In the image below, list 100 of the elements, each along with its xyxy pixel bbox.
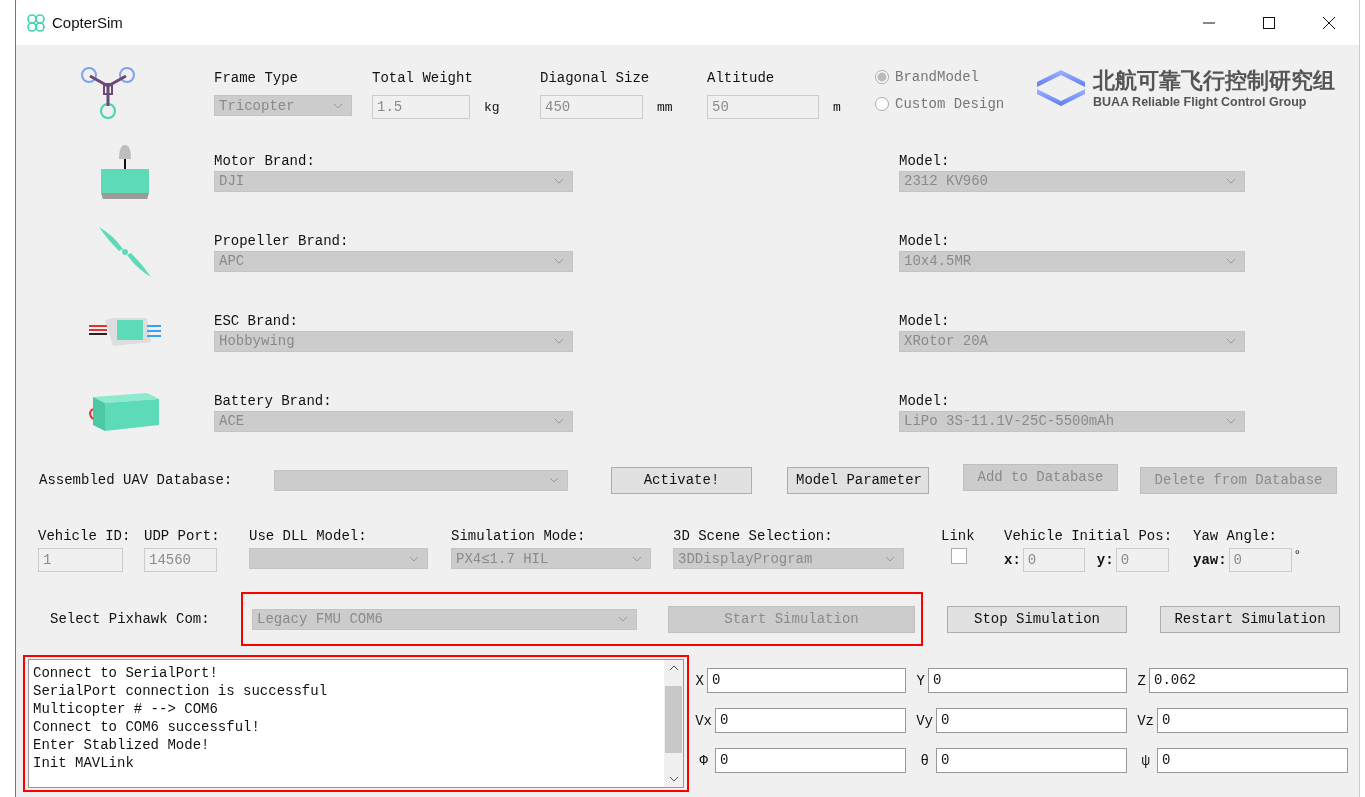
state-field[interactable]: 0: [928, 668, 1127, 693]
field-label: 3D Scene Selection:: [673, 528, 834, 544]
state-label: X: [695, 672, 704, 689]
chevron-down-icon: [554, 258, 564, 264]
maximize-icon[interactable]: [1262, 15, 1276, 30]
brand-dropdown[interactable]: DJI: [214, 170, 573, 192]
com-dropdown[interactable]: Legacy FMU COM6: [252, 608, 637, 630]
model-dropdown[interactable]: 2312 KV960: [899, 170, 1245, 192]
model-dropdown[interactable]: 10x4.5MR: [899, 250, 1245, 272]
dropdown[interactable]: PX4≤1.7 HIL: [451, 548, 651, 569]
state-label: Φ: [699, 752, 708, 769]
scrollbar[interactable]: [664, 659, 684, 788]
field-label: x:: [1004, 552, 1021, 568]
chevron-down-icon: [1226, 418, 1236, 424]
log-line: Multicopter # --> COM6: [33, 700, 219, 718]
logo-title: 北航可靠飞行控制研究组: [1093, 67, 1335, 95]
log-line: SerialPort connection is successful: [33, 682, 329, 700]
unit-label: kg: [484, 99, 500, 115]
state-label: Y: [916, 672, 925, 689]
model-label: Model:: [899, 232, 951, 249]
model-label: Model:: [899, 152, 951, 169]
input-field[interactable]: 0: [1115, 548, 1169, 572]
logo-icon: [1035, 68, 1087, 108]
field-label: y:: [1096, 552, 1114, 568]
link-label: Link: [941, 528, 975, 544]
state-field[interactable]: 0: [1157, 748, 1348, 773]
close-icon[interactable]: [1322, 15, 1336, 30]
field-label: UDP Port:: [144, 528, 221, 544]
field-label: Yaw Angle:: [1193, 528, 1278, 544]
link-checkbox[interactable]: [951, 548, 967, 564]
brand-label: Battery Brand:: [214, 392, 333, 409]
chevron-down-icon: [885, 555, 895, 562]
state-field[interactable]: 0: [707, 668, 906, 693]
unit-label: °: [1293, 548, 1302, 563]
log-line: Enter Stablized Mode!: [33, 736, 211, 754]
log-line: Init MAVLink: [33, 754, 135, 772]
state-field[interactable]: 0.062: [1149, 668, 1348, 693]
chevron-down-icon: [549, 477, 559, 483]
field-label: Use DLL Model:: [249, 528, 368, 544]
field-label: yaw:: [1193, 552, 1227, 568]
simulation-button[interactable]: Restart Simulation: [1160, 605, 1340, 633]
state-label: Vz: [1137, 712, 1154, 729]
state-field[interactable]: 0: [715, 708, 906, 733]
model-dropdown[interactable]: XRotor 20A: [899, 330, 1245, 352]
brand-label: Motor Brand:: [214, 152, 316, 169]
field-label: Diagonal Size: [540, 70, 651, 86]
radio-option[interactable]: BrandModel: [875, 69, 1035, 85]
state-field[interactable]: 0: [1157, 708, 1348, 733]
brand-label: Propeller Brand:: [214, 232, 350, 249]
chevron-down-icon: [1226, 338, 1236, 344]
pixhawk-label: Select Pixhawk Com:: [50, 611, 211, 627]
dropdown[interactable]: 3DDisplayProgram: [673, 548, 904, 569]
chevron-down-icon: [554, 178, 564, 184]
state-label: Vx: [695, 712, 712, 729]
database-button[interactable]: Model Parameter: [787, 466, 929, 494]
brand-label: ESC Brand:: [214, 312, 299, 329]
state-field[interactable]: 0: [936, 748, 1127, 773]
unit-label: m: [833, 99, 841, 115]
scroll-up-icon[interactable]: [667, 664, 680, 672]
chevron-down-icon: [333, 102, 343, 109]
field-label: Altitude: [707, 70, 776, 86]
chevron-down-icon: [554, 338, 564, 344]
field-label: Simulation Mode:: [451, 528, 587, 544]
input-field[interactable]: 14560: [144, 548, 217, 572]
tricopter-icon: [80, 66, 136, 120]
app-icon: [26, 12, 46, 33]
brand-dropdown[interactable]: ACE: [214, 410, 573, 432]
field-label: Frame Type: [214, 70, 299, 86]
chevron-down-icon: [618, 616, 628, 622]
input-field[interactable]: 0: [1022, 548, 1085, 572]
chevron-down-icon: [1226, 258, 1236, 264]
chevron-down-icon: [1226, 178, 1236, 184]
state-field[interactable]: 0: [715, 748, 906, 773]
database-button[interactable]: Activate!: [611, 466, 752, 494]
unit-label: mm: [657, 99, 673, 115]
brand-dropdown[interactable]: APC: [214, 250, 573, 272]
state-label: ψ: [1141, 752, 1150, 769]
log-line: Connect to SerialPort!: [33, 664, 219, 682]
chevron-down-icon: [409, 555, 419, 562]
state-label: Z: [1137, 672, 1146, 689]
field-label: Total Weight: [372, 70, 474, 86]
brand-dropdown[interactable]: Hobbywing: [214, 330, 573, 352]
state-field[interactable]: 0: [936, 708, 1127, 733]
scroll-down-icon[interactable]: [667, 775, 680, 783]
input-field[interactable]: 0: [1228, 548, 1292, 572]
logo-subtitle: BUAA Reliable Flight Control Group: [1093, 95, 1308, 109]
chevron-down-icon: [554, 418, 564, 424]
model-label: Model:: [899, 312, 951, 329]
field-label: Vehicle ID:: [38, 528, 132, 544]
database-label: Assembled UAV Database:: [39, 472, 234, 488]
model-dropdown[interactable]: LiPo 3S-11.1V-25C-5500mAh: [899, 410, 1245, 432]
simulation-button[interactable]: Stop Simulation: [947, 605, 1127, 633]
input-field[interactable]: 1: [38, 548, 123, 572]
window-title: CopterSim: [52, 14, 123, 31]
chevron-down-icon: [632, 555, 642, 562]
state-label: Vy: [916, 712, 933, 729]
state-label: θ: [920, 752, 929, 769]
radio-option[interactable]: Custom Design: [875, 96, 1035, 112]
log-line: Connect to COM6 successful!: [33, 718, 261, 736]
model-label: Model:: [899, 392, 951, 409]
